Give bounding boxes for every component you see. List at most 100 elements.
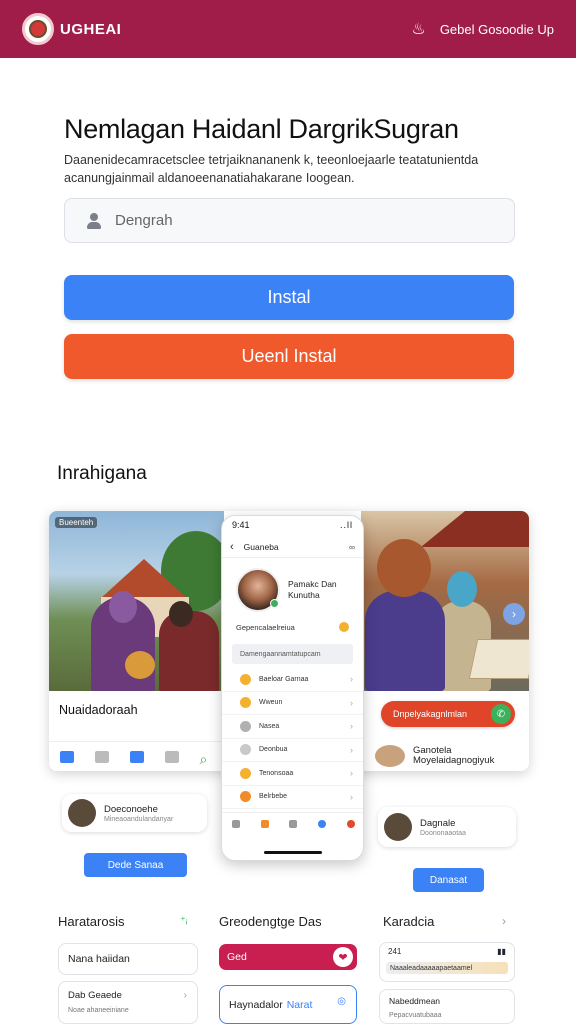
- bell-icon[interactable]: ♨: [411, 19, 425, 39]
- phone-icon[interactable]: ✆: [491, 704, 511, 724]
- profile-icon[interactable]: [164, 750, 179, 763]
- user-card-sub: Doononaaotaa: [420, 829, 466, 837]
- search-field[interactable]: [64, 198, 515, 243]
- mini-time: 241: [388, 947, 402, 956]
- user-card-right[interactable]: Dagnale Doononaaotaa: [378, 807, 516, 847]
- chevron-right-icon: ›: [350, 697, 353, 708]
- menu-item-label: Baeloar Garnaa: [259, 675, 309, 683]
- option-sub: Noae ahaneeiniane: [68, 1007, 129, 1014]
- menu-item[interactable]: Deonbua ›: [222, 739, 363, 762]
- phone-nav-bar: ‹ Guaneba ∞: [222, 536, 363, 558]
- signal-icon: ..ll: [340, 520, 353, 530]
- bottom-nav: ⌕: [49, 741, 224, 771]
- home-tab-icon[interactable]: [232, 819, 241, 828]
- globe-tab-icon[interactable]: [318, 819, 327, 828]
- option-box-detail-c[interactable]: Nabeddmean Pepacvuatubaaa: [379, 989, 515, 1024]
- left-card-button[interactable]: Dede Sanaa: [84, 853, 187, 877]
- menu-item[interactable]: Wweun ›: [222, 692, 363, 715]
- menu-item[interactable]: Baeloar Garnaa ›: [222, 668, 363, 692]
- profile-tab-icon[interactable]: [346, 819, 355, 828]
- search-input[interactable]: [115, 212, 495, 229]
- option-box-detail[interactable]: Dab Geaede Noae ahaneeiniane ›: [58, 981, 198, 1024]
- status-bar: 9:41 ..ll: [222, 516, 363, 536]
- phone-tab-bar: [222, 812, 363, 834]
- back-icon[interactable]: ‹: [230, 541, 234, 553]
- chevron-right-icon: ›: [183, 990, 187, 1001]
- bag-tab-icon[interactable]: [260, 819, 269, 828]
- online-badge: [270, 599, 279, 608]
- menu-item-label: Wweun: [259, 699, 283, 707]
- header-link[interactable]: Gebel Gosoodie Up: [440, 22, 554, 37]
- user-card-sub: Mineaoandulandanyar: [104, 815, 174, 823]
- red-pill-button[interactable]: Ged ❤: [219, 944, 357, 970]
- logo[interactable]: [22, 13, 54, 45]
- option-box[interactable]: Nana haiidan: [58, 943, 198, 975]
- menu-item-icon: [240, 697, 251, 709]
- avatar: [375, 745, 405, 767]
- menu-item-label: Tenonsoaa: [259, 769, 294, 777]
- top-header: UGHEAI ♨ Gebel Gosoodie Up: [0, 0, 576, 58]
- option-title: Dab Geaede: [68, 990, 122, 1001]
- column-title-b: Greodengtge Das: [219, 914, 322, 929]
- village-photo-left[interactable]: Bueenteh: [49, 511, 224, 691]
- page-subtitle: Daanenidecamracetsclee tetrjaiknananenk …: [64, 153, 479, 185]
- avatar: [68, 799, 96, 827]
- outlined-field[interactable]: Haynadalor Narat ◎: [219, 985, 357, 1024]
- outlined-field-label: Haynadalor: [229, 998, 283, 1011]
- user-card-left[interactable]: Doeconoehe Mineaoandulandanyar: [62, 794, 207, 832]
- chevron-right-icon: ›: [350, 674, 353, 685]
- user-card-name: Doeconoehe: [104, 803, 158, 815]
- contact-name: Ganotela Moyelaidagnogiyuk: [413, 745, 495, 766]
- call-banner-text: Dnpelyakagnlmlan: [393, 709, 468, 719]
- next-arrow-icon[interactable]: ›: [503, 603, 525, 625]
- home-indicator: [264, 851, 322, 854]
- profile-name: Pamakc Dan Kunutha: [288, 579, 337, 600]
- signal-icon: ▮▮: [497, 947, 506, 956]
- contact-row[interactable]: Ganotela Moyelaidagnogiyuk: [375, 743, 525, 769]
- chevron-right-icon: ›: [350, 721, 353, 732]
- option-sub: Pepacvuatubaaa: [389, 1012, 442, 1019]
- call-banner[interactable]: Dnpelyakagnlmlan ✆: [381, 701, 515, 727]
- menu-item[interactable]: Nasea ›: [222, 715, 363, 739]
- calendar-icon[interactable]: [94, 750, 109, 763]
- menu-item-label: Nasea: [259, 722, 280, 730]
- menu-item[interactable]: Belrbebe ›: [222, 786, 363, 809]
- page-title: Nemlagan Haidanl DargrikSugran: [64, 114, 459, 144]
- right-card-button[interactable]: Danasat: [413, 868, 484, 892]
- header-right: ♨ Gebel Gosoodie Up: [411, 19, 554, 39]
- menu-item-icon: [240, 720, 251, 732]
- outlined-field-value: Narat: [286, 998, 313, 1011]
- avatar[interactable]: [236, 568, 280, 612]
- more-icon[interactable]: ∞: [349, 542, 355, 552]
- secondary-install-button[interactable]: Ueenl Instal: [64, 334, 514, 379]
- phone-menu: Baeloar Garnaa › Wweun › Nasea › Deonbua › Tenon…: [222, 668, 363, 809]
- option-title: Nabeddmean: [389, 996, 441, 1006]
- chevron-right-icon[interactable]: ›: [502, 914, 506, 928]
- user-icon: [85, 212, 103, 230]
- menu-item[interactable]: Tenonsoaa ›: [222, 762, 363, 786]
- chevron-right-icon: ›: [350, 791, 353, 802]
- heart-icon: ❤: [333, 947, 353, 967]
- avatar: [384, 813, 412, 841]
- mini-phone-preview[interactable]: 241 ▮▮ Naaaleadaaaaapaetaamel: [379, 942, 515, 982]
- phone-mockup: 9:41 ..ll ‹ Guaneba ∞ Pamakc Dan Kunutha…: [221, 515, 364, 861]
- brand-name: UGHEAI: [60, 20, 122, 38]
- menu-item-label: Deonbua: [259, 746, 288, 754]
- location-icon: ◎: [337, 996, 346, 1007]
- menu-item-icon: [240, 744, 251, 756]
- home-icon[interactable]: [59, 750, 74, 763]
- menu-item-label: Belrbebe: [259, 793, 288, 801]
- column-title-c: Karadcia: [383, 914, 435, 929]
- list-tab-icon[interactable]: [289, 819, 298, 828]
- search-icon[interactable]: ⌕: [200, 751, 214, 767]
- phone-search[interactable]: Damengaannamtatupcam: [232, 644, 353, 664]
- status-time: 9:41: [232, 520, 250, 530]
- signal-icon: ⁺ᵢ: [180, 915, 188, 927]
- photo-caption: Nuaidadoraah: [49, 691, 224, 741]
- chat-icon[interactable]: [129, 750, 144, 763]
- village-photo-right[interactable]: ›: [361, 511, 529, 691]
- star-icon: [339, 622, 349, 632]
- menu-item-icon: [240, 791, 251, 803]
- install-button[interactable]: Instal: [64, 275, 514, 320]
- menu-item-icon: [240, 673, 251, 685]
